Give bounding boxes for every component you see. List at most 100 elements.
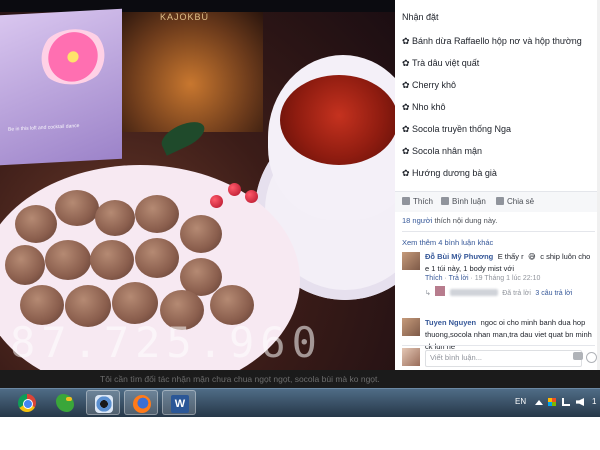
comment-icon [441,197,449,205]
post-list-item: ✿ Hướng dương bà già [402,168,497,179]
like-label: Thích [413,197,434,206]
desktop-below-taskbar [0,417,600,450]
comment-meta: Thích · Trả lời · 19 Tháng 1 lúc 22:10 [425,275,541,282]
blurred-name [449,289,498,296]
firefox-icon [133,395,151,413]
taskbar-word[interactable]: W [162,390,196,415]
chrome-icon [18,394,36,412]
likes-summary[interactable]: 18 người thích nội dung này. [402,216,497,225]
divider [402,345,595,346]
cookie [55,190,99,226]
volume-icon[interactable] [576,398,584,406]
lamp-label: KAJOKBÜ [160,12,210,22]
cookie [135,238,179,278]
flower-bullet-icon: ✿ [402,80,410,90]
caption-text: Tôi cần tìm đối tác nhận mận chưa chua n… [100,374,380,384]
likes-text: thích nội dung này. [434,216,498,225]
emoji-picker-icon[interactable] [586,352,597,363]
post-list-item-text: Socola truyền thống Nga [412,124,512,134]
like-button[interactable]: Thích [402,197,433,206]
flower-bullet-icon: ✿ [402,36,410,46]
taskbar-firefox[interactable] [124,390,158,415]
share-icon [496,197,504,205]
emoji-icon: 😅 [528,252,536,261]
show-hidden-icons-icon[interactable] [535,400,543,405]
post-list-item: ✿ Trà dâu việt quất [402,58,479,69]
screen: KAJOKBÜ Be in this loft and cocktail dan… [0,0,600,450]
comment-reply-link[interactable]: Trả lời [449,275,469,282]
camera-icon [95,395,113,413]
reply-count-link[interactable]: 3 câu trả lời [535,290,572,297]
card-text: Be in this loft and cocktail dance [8,123,80,133]
cookie [5,245,45,285]
word-icon: W [171,395,189,413]
taskbar-bird-app[interactable] [48,390,82,415]
comment-author[interactable]: Đỗ Bùi Mỹ Phương [425,252,493,261]
divider [402,231,595,232]
avatar[interactable] [402,318,420,336]
taskbar: W EN 1 [0,388,600,417]
comment-label: Bình luận [452,197,486,206]
tea [280,75,395,165]
comment-time[interactable]: 19 Tháng 1 lúc 22:10 [475,275,541,282]
avatar[interactable] [402,252,420,270]
post-list-item: ✿ Nho khô [402,102,446,113]
post-list-item-text: Socola nhân mận [412,146,483,156]
likes-count[interactable]: 18 người [402,216,432,225]
post-list-item-text: Nho khô [412,102,446,112]
cookie [15,205,57,243]
lamp-background [118,12,263,132]
comment-input-placeholder: Viết bình luận... [430,353,482,362]
taskbar-camera-app[interactable] [86,390,120,415]
comment-like-link[interactable]: Thích [425,275,443,282]
share-button[interactable]: Chia sẻ [496,197,534,206]
bird-icon [56,394,74,412]
flower-bullet-icon: ✿ [402,102,410,112]
language-indicator[interactable]: EN [515,397,526,406]
flower-picture [38,27,108,87]
clock[interactable]: 1 [592,397,596,406]
comment-author[interactable]: Tuyen Nguyen [425,318,476,327]
replied-label: Đã trả lời [502,290,531,297]
cookie [180,215,222,253]
post-sidebar: Nhận đặt ✿ Bánh dừa Raffaello hộp nơ và h… [395,0,600,370]
cookie [135,195,179,233]
comment: Tuyen Nguyen ngoc oi cho minh banh dua h… [425,316,595,352]
network-icon[interactable] [562,398,570,406]
cookie [95,200,135,236]
view-more-comments-link[interactable]: Xem thêm 4 bình luận khác [402,238,493,247]
avatar [435,286,446,296]
post-list-item: ✿ Cherry khô [402,80,456,91]
comment-button[interactable]: Bình luận [441,197,486,206]
cookie [45,240,91,280]
reply-arrow-icon: ↳ [425,290,431,297]
post-list-item: ✿ Socola nhân mận [402,146,482,157]
thumbs-up-icon [402,197,410,205]
post-actions-bar: Thích Bình luận Chia sẻ [395,191,600,212]
post-photo[interactable]: KAJOKBÜ Be in this loft and cocktail dan… [0,0,395,370]
cookie [90,240,134,280]
flower-bullet-icon: ✿ [402,168,410,178]
comment-input[interactable]: Viết bình luận... [425,350,582,367]
berry [210,195,223,208]
avatar [402,348,420,366]
greeting-card: Be in this loft and cocktail dance [0,8,122,166]
berry [228,183,241,196]
caption-bar: Tôi cần tìm đối tác nhận mận chưa chua n… [0,370,600,388]
post-list-item: ✿ Bánh dừa Raffaello hộp nơ và hộp thường [402,36,582,47]
post-list-item-text: Hướng dương bà già [412,168,497,178]
camera-icon[interactable] [573,352,583,360]
post-title: Nhận đặt [402,12,439,22]
reply-summary[interactable]: ↳ Đã trả lời 3 câu trả lời [425,286,595,299]
photo-top-edge [0,0,395,12]
post-list-item-text: Bánh dừa Raffaello hộp nơ và hộp thường [412,36,582,46]
post-list-item: ✿ Socola truyền thống Nga [402,124,511,135]
comment-text-start: E thấy r [497,252,524,261]
taskbar-chrome[interactable] [10,390,44,415]
phone-watermark: 87.725.960 [10,318,323,367]
flower-bullet-icon: ✿ [402,146,410,156]
share-label: Chia sẻ [507,197,535,206]
comment: Đỗ Bùi Mỹ Phương E thấy r 😅 c ship luôn … [425,250,595,284]
action-center-flag-icon[interactable] [548,398,556,406]
post-list-item-text: Cherry khô [412,80,457,90]
